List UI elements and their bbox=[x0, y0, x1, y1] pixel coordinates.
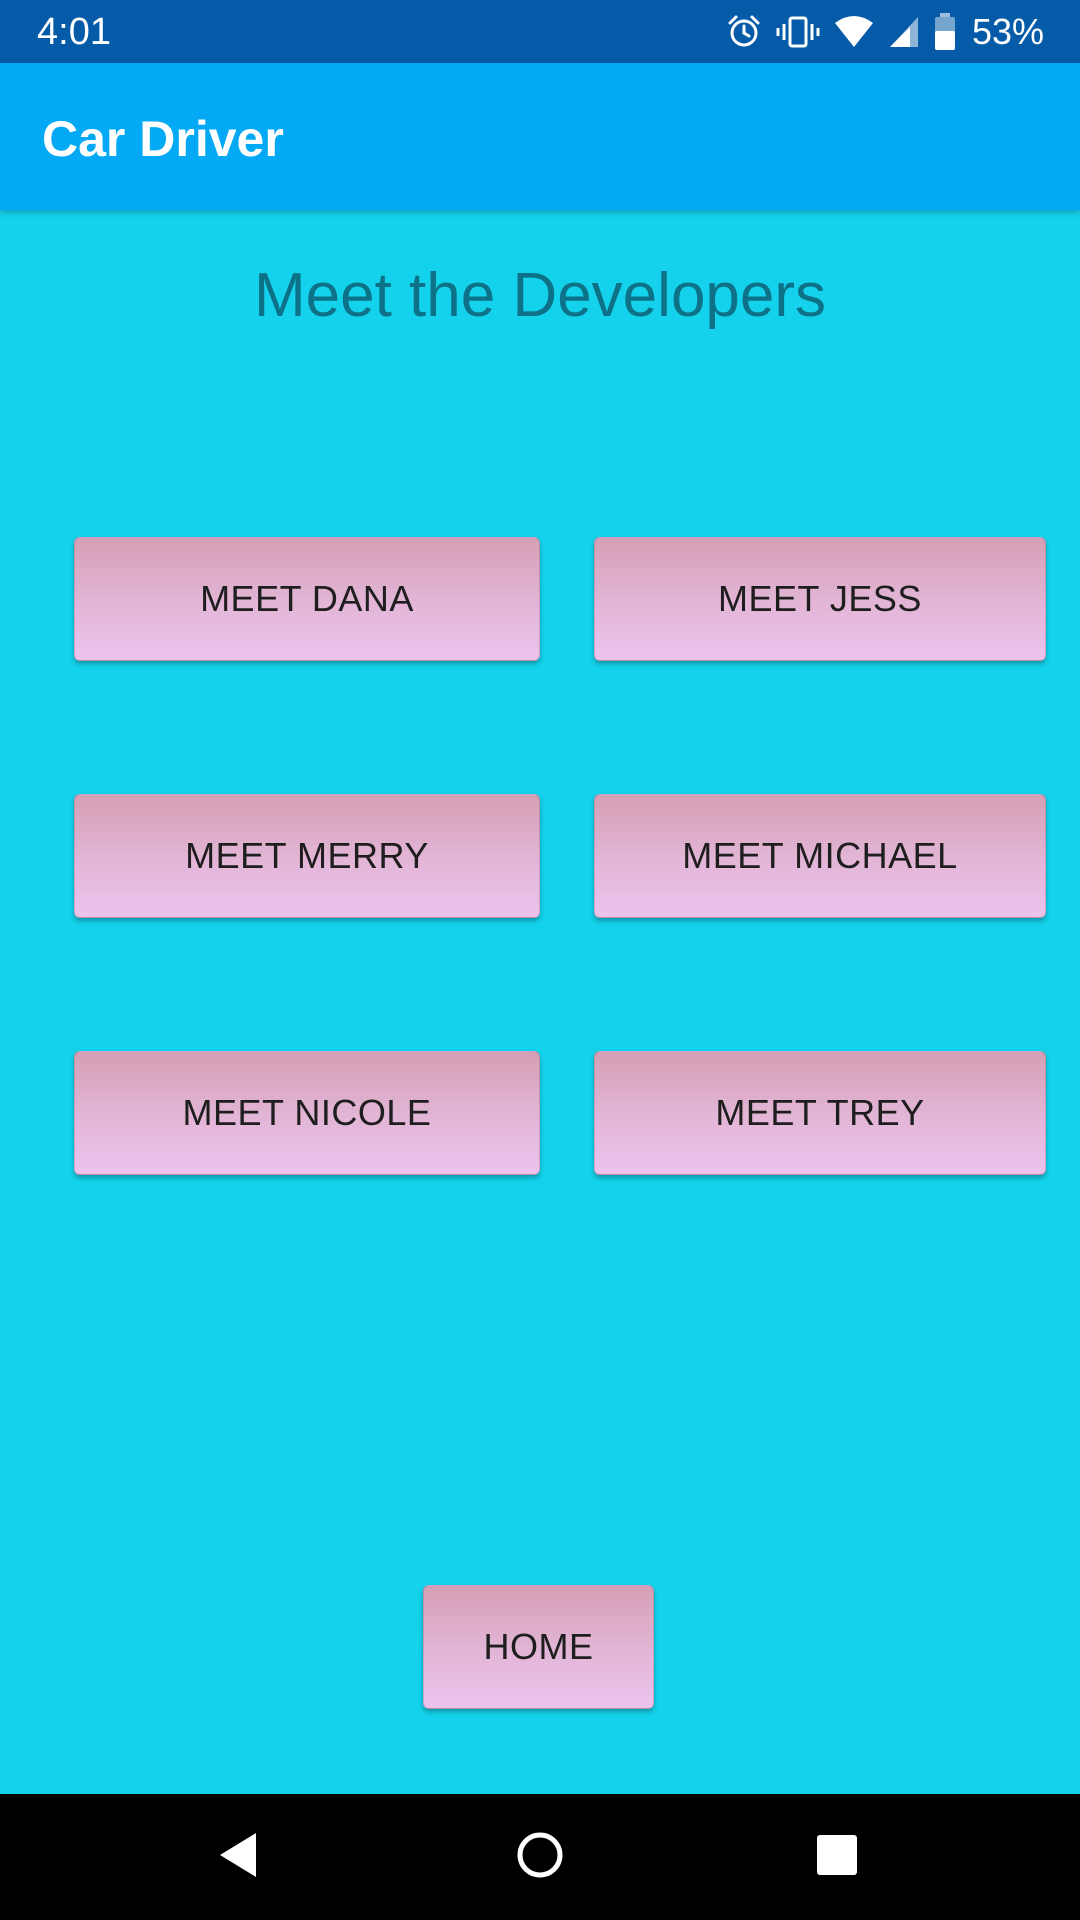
app-bar: Car Driver bbox=[0, 63, 1080, 210]
meet-trey-button[interactable]: MEET TREY bbox=[594, 1051, 1046, 1175]
back-icon bbox=[216, 1831, 260, 1884]
page-title: Meet the Developers bbox=[253, 261, 827, 330]
navigation-bar bbox=[0, 1794, 1080, 1920]
cell-signal-icon bbox=[888, 15, 920, 49]
battery-icon bbox=[934, 13, 956, 51]
status-bar: 4:01 53% bbox=[0, 0, 1080, 63]
home-button[interactable]: HOME bbox=[423, 1585, 654, 1709]
meet-michael-button[interactable]: MEET MICHAEL bbox=[594, 794, 1046, 918]
meet-jess-button[interactable]: MEET JESS bbox=[594, 537, 1046, 661]
battery-percent: 53% bbox=[971, 11, 1044, 52]
wifi-icon bbox=[834, 15, 874, 49]
app-title: Car Driver bbox=[42, 111, 284, 167]
meet-nicole-button[interactable]: MEET NICOLE bbox=[74, 1051, 540, 1175]
meet-dana-button[interactable]: MEET DANA bbox=[74, 537, 540, 661]
recents-button[interactable] bbox=[757, 1794, 917, 1920]
recents-icon bbox=[816, 1834, 858, 1881]
home-icon bbox=[515, 1830, 565, 1885]
vibrate-icon bbox=[776, 14, 820, 50]
back-button[interactable] bbox=[158, 1794, 318, 1920]
alarm-icon bbox=[726, 14, 762, 50]
status-time: 4:01 bbox=[37, 11, 111, 53]
status-icons: 53% bbox=[726, 8, 1044, 56]
home-nav-button[interactable] bbox=[460, 1794, 620, 1920]
meet-merry-button[interactable]: MEET MERRY bbox=[74, 794, 540, 918]
